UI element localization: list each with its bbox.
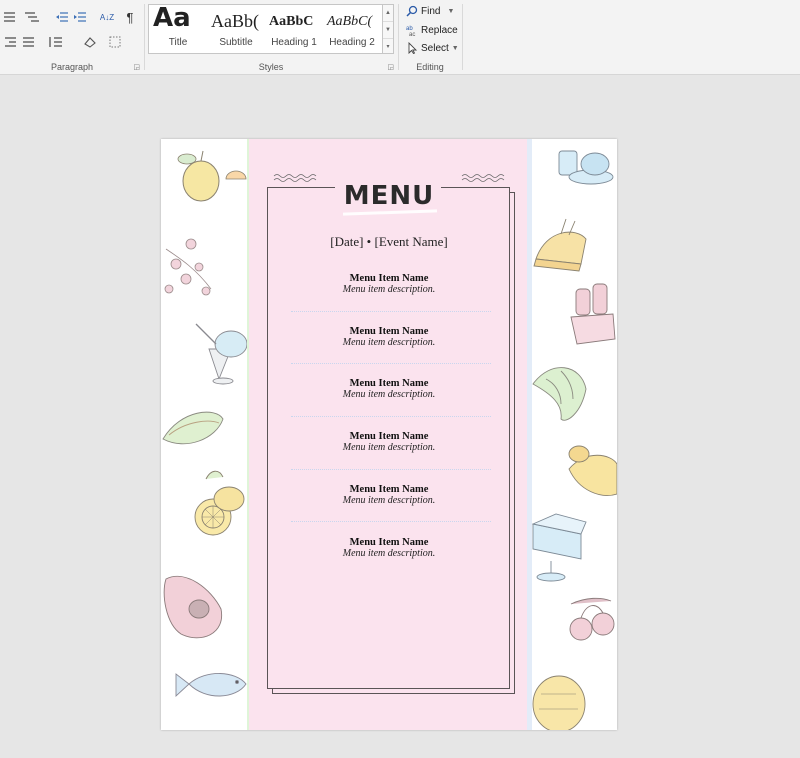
menu-item-name: Menu Item Name xyxy=(349,484,429,495)
menu-item[interactable]: Menu Item Name Menu item description. xyxy=(161,484,617,506)
menu-item[interactable]: Menu Item Name Menu item description. xyxy=(161,378,617,400)
paragraph-group: A↓Z ¶ Paragraph ◲ xyxy=(0,0,144,74)
paragraph-launcher-icon[interactable]: ◲ xyxy=(133,63,140,71)
avocado-icon xyxy=(163,575,223,639)
paragraph-group-label: Paragraph xyxy=(50,62,94,72)
divider xyxy=(291,363,491,364)
divider xyxy=(291,469,491,470)
justify-icon[interactable] xyxy=(20,34,36,50)
divider xyxy=(462,4,463,70)
document-page[interactable]: MENU [Date] • [Event Name] Menu Item Nam… xyxy=(161,139,617,730)
menu-title[interactable]: MENU xyxy=(161,181,617,211)
line-spacing-icon[interactable] xyxy=(45,34,69,50)
menu-item[interactable]: Menu Item Name Menu item description. xyxy=(161,273,617,295)
divider xyxy=(291,521,491,522)
menu-item-description: Menu item description. xyxy=(342,337,436,348)
menu-item-description: Menu item description. xyxy=(342,495,436,506)
menu-item-description: Menu item description. xyxy=(342,389,436,400)
bullets-icon[interactable] xyxy=(0,9,18,25)
pilcrow-icon[interactable]: ¶ xyxy=(122,9,138,25)
divider xyxy=(291,416,491,417)
menu-item-description: Menu item description. xyxy=(342,548,436,559)
menu-item-description: Menu item description. xyxy=(342,442,436,453)
menu-item[interactable]: Menu Item Name Menu item description. xyxy=(161,431,617,453)
styles-group-label: Styles xyxy=(258,62,284,72)
menu-item[interactable]: Menu Item Name Menu item description. xyxy=(161,537,617,559)
shading-icon[interactable] xyxy=(80,34,102,50)
ribbon: A↓Z ¶ Paragraph ◲ Aa Title AaBb( Subtitl… xyxy=(0,0,800,75)
menu-subtitle[interactable]: [Date] • [Event Name] xyxy=(161,234,617,250)
menu-item-name: Menu Item Name xyxy=(349,537,429,548)
fish-icon xyxy=(175,673,247,698)
sort-icon[interactable]: A↓Z xyxy=(97,9,117,25)
borders-icon[interactable] xyxy=(106,34,130,50)
editing-group: Editing xyxy=(398,0,462,74)
menu-item-name: Menu Item Name xyxy=(349,378,429,389)
coffee-cup-icon xyxy=(558,150,614,185)
decrease-indent-icon[interactable] xyxy=(54,9,70,25)
align-right-icon[interactable] xyxy=(2,34,18,50)
menu-item[interactable]: Menu Item Name Menu item description. xyxy=(161,326,617,348)
menu-item-description: Menu item description. xyxy=(342,284,436,295)
menu-item-name: Menu Item Name xyxy=(349,326,429,337)
styles-launcher-icon[interactable]: ◲ xyxy=(387,63,394,71)
divider xyxy=(291,311,491,312)
bread-icon xyxy=(532,675,586,730)
menu-item-name: Menu Item Name xyxy=(349,431,429,442)
editing-group-label: Editing xyxy=(416,62,444,72)
cherries-icon xyxy=(569,597,615,641)
increase-indent-icon[interactable] xyxy=(72,9,88,25)
menu-item-name: Menu Item Name xyxy=(349,273,429,284)
styles-group: Styles ◲ xyxy=(144,0,398,74)
multilevel-list-icon[interactable] xyxy=(21,9,43,25)
